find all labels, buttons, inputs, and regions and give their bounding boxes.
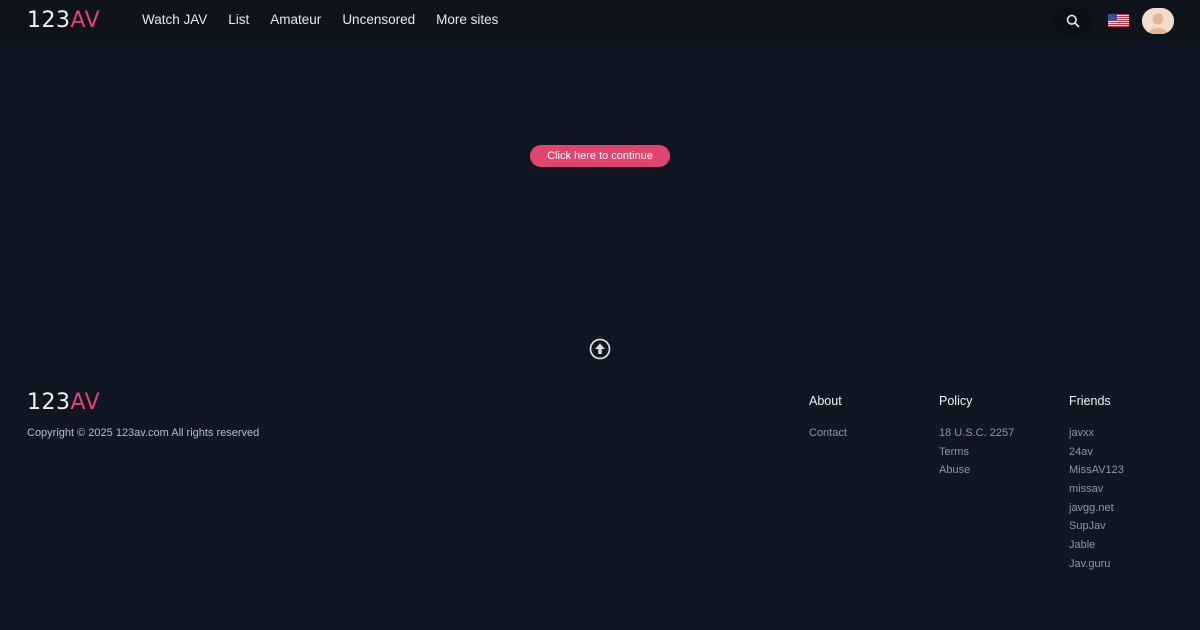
footer-link-abuse[interactable]: Abuse xyxy=(939,462,1014,481)
footer-heading-policy: Policy xyxy=(939,394,973,408)
language-flag-button[interactable] xyxy=(1108,14,1129,27)
footer-heading-friends: Friends xyxy=(1069,394,1111,408)
nav-amateur[interactable]: Amateur xyxy=(270,12,321,27)
footer-logo-part-2: AV xyxy=(70,390,101,415)
footer-column-friends: Friends javxx 24av MissAV123 missav javg… xyxy=(1069,393,1124,575)
footer-column-about: About Contact xyxy=(809,393,847,444)
footer-link-contact[interactable]: Contact xyxy=(809,425,847,444)
footer-link-missav123[interactable]: MissAV123 xyxy=(1069,462,1124,481)
footer-link-2257[interactable]: 18 U.S.C. 2257 xyxy=(939,425,1014,444)
logo-part-2: AV xyxy=(70,8,101,33)
site-logo[interactable]: 123AV xyxy=(27,8,100,33)
main-nav: Watch JAV List Amateur Uncensored More s… xyxy=(142,12,519,27)
nav-more-sites[interactable]: More sites xyxy=(436,12,498,27)
footer-link-supjav[interactable]: SupJav xyxy=(1069,518,1124,537)
footer-heading-about: About xyxy=(809,394,842,408)
nav-list[interactable]: List xyxy=(228,12,249,27)
footer-link-jable[interactable]: Jable xyxy=(1069,537,1124,556)
user-avatar[interactable] xyxy=(1142,8,1174,34)
footer-logo-part-1: 123 xyxy=(27,390,71,415)
footer-logo[interactable]: 123AV xyxy=(27,390,100,415)
footer-link-javxx[interactable]: javxx xyxy=(1069,425,1124,444)
scroll-top-button[interactable] xyxy=(589,338,611,360)
avatar-icon xyxy=(1142,8,1174,34)
nav-watch-jav[interactable]: Watch JAV xyxy=(142,12,207,27)
footer-link-javguru[interactable]: Jav.guru xyxy=(1069,556,1124,575)
search-icon xyxy=(1066,14,1080,27)
top-header: 123AV Watch JAV List Amateur Uncensored … xyxy=(0,0,1200,40)
search-button[interactable] xyxy=(1054,7,1092,34)
us-flag-icon xyxy=(1108,14,1129,27)
continue-button[interactable]: Click here to continue xyxy=(530,145,670,167)
logo-part-1: 123 xyxy=(27,8,71,33)
nav-uncensored[interactable]: Uncensored xyxy=(342,12,415,27)
footer-link-missav[interactable]: missav xyxy=(1069,481,1124,500)
footer-column-policy: Policy 18 U.S.C. 2257 Terms Abuse xyxy=(939,393,1014,481)
footer-link-24av[interactable]: 24av xyxy=(1069,444,1124,463)
footer-link-javgg[interactable]: javgg.net xyxy=(1069,500,1124,519)
copyright-text: Copyright © 2025 123av.com All rights re… xyxy=(27,427,260,439)
footer-link-terms[interactable]: Terms xyxy=(939,444,1014,463)
arrow-up-circle-icon xyxy=(589,338,611,360)
